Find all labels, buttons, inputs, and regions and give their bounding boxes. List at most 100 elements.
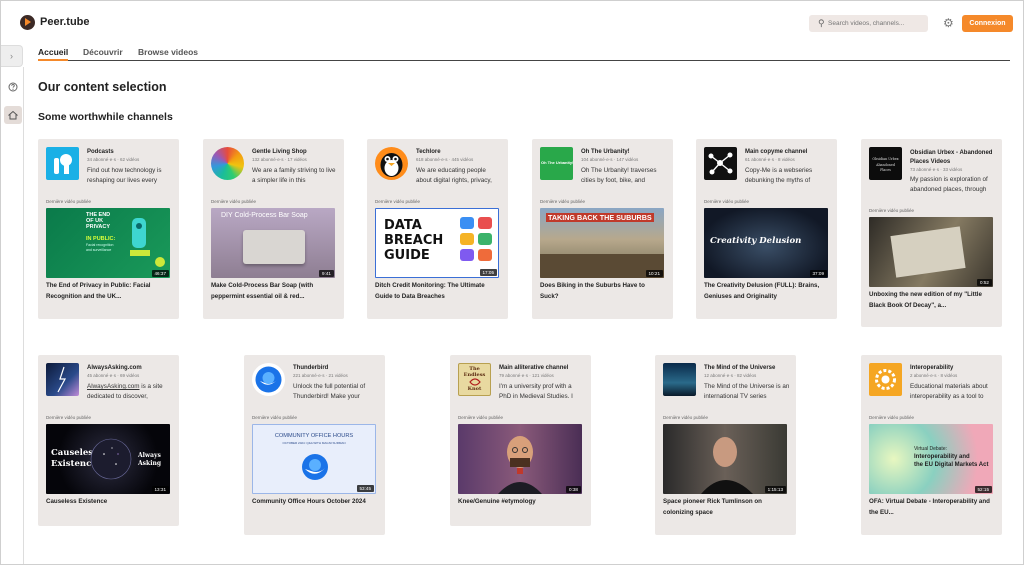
latest-video-label: Dernière vidéo publiée: [540, 199, 586, 204]
channel-avatar[interactable]: [211, 147, 244, 180]
channel-avatar[interactable]: [46, 363, 79, 396]
latest-video-label: Dernière vidéo publiée: [375, 199, 421, 204]
channel-stats: 34 abonné·e·s · 62 vidéos: [87, 157, 140, 162]
video-title[interactable]: OFA: Virtual Debate - Interoperability a…: [869, 497, 993, 518]
channel-card: Techlore 618 abonné·e·s · 445 vidéos We …: [367, 139, 508, 319]
channel-name[interactable]: Thunderbird: [293, 365, 328, 371]
video-thumbnail[interactable]: TAKING BACK THE SUBURBS 10:21: [540, 208, 664, 278]
channel-avatar[interactable]: [252, 363, 285, 396]
knot-icon: [469, 378, 481, 386]
thunderbird-logo-icon: [302, 454, 328, 480]
thumbnail-text: and surveillance: [86, 248, 112, 252]
video-thumbnail[interactable]: DATA BREACH GUIDE 17:05: [375, 208, 499, 278]
channel-avatar[interactable]: The Endless Knot: [458, 363, 491, 396]
latest-video-label: Dernière vidéo publiée: [869, 415, 915, 420]
channel-avatar[interactable]: Oh The Urbanity!: [540, 147, 573, 180]
thumbnail-text: Facial recognition: [86, 243, 114, 247]
tab-browse-videos[interactable]: Browse videos: [138, 47, 198, 57]
avatar-text: Knot: [467, 386, 482, 392]
video-duration: 13:31: [151, 486, 169, 493]
channel-name[interactable]: Obsidian Urbex - Abandoned Places Videos: [910, 149, 998, 166]
latest-video-label: Dernière vidéo publiée: [869, 208, 915, 213]
channel-avatar[interactable]: [375, 147, 408, 180]
tab-decouvrir[interactable]: Découvrir: [83, 47, 123, 57]
video-title[interactable]: Space pioneer Rick Tumlinson on colonizi…: [663, 497, 787, 518]
thumbnail-text: Creativity Delusion: [710, 236, 802, 246]
video-thumbnail[interactable]: DIY Cold-Process Bar Soap 9:41: [211, 208, 335, 278]
video-duration: 0:38: [566, 486, 581, 493]
app-title[interactable]: Peer.tube: [40, 16, 90, 28]
latest-video-label: Dernière vidéo publiée: [46, 415, 92, 420]
channel-avatar[interactable]: [663, 363, 696, 396]
video-title[interactable]: Unboxing the new edition of my "Little B…: [869, 290, 993, 311]
peertube-logo-icon[interactable]: [20, 15, 35, 30]
channel-description: Educational materials about interoperabi…: [910, 383, 988, 400]
sidebar-toggle-icon[interactable]: ›: [1, 45, 23, 67]
gear-icon[interactable]: ⚙: [943, 17, 954, 29]
channel-name[interactable]: Podcasts: [87, 149, 114, 155]
channel-description: We are a family striving to live a simpl…: [252, 167, 336, 184]
thumbnail-text: Interoperability and: [914, 454, 970, 460]
video-title[interactable]: Make Cold-Process Bar Soap (with pepperm…: [211, 281, 335, 302]
channel-description: We are educating people about digital ri…: [416, 167, 492, 184]
video-duration: 17:05: [479, 269, 497, 276]
help-icon[interactable]: [4, 78, 22, 96]
video-title[interactable]: The Creativity Delusion (FULL): Brains, …: [704, 281, 828, 302]
channel-card: The Mind of the Universe 12 abonné·e·s ·…: [655, 355, 796, 535]
latest-video-label: Dernière vidéo publiée: [458, 415, 504, 420]
channel-stats: 61 abonné·e·s · 8 vidéos: [745, 157, 795, 162]
channel-avatar[interactable]: [869, 363, 902, 396]
search-box[interactable]: ⚲: [809, 15, 928, 32]
channel-name[interactable]: Gentle Living Shop: [252, 149, 307, 155]
channel-avatar[interactable]: [704, 147, 737, 180]
channel-description: My passion is exploration of abandoned p…: [910, 176, 988, 193]
channel-name[interactable]: Techlore: [416, 149, 441, 155]
video-thumbnail[interactable]: 0:38: [458, 424, 582, 494]
channel-card: Oh The Urbanity! Oh The Urbanity! 104 ab…: [532, 139, 673, 319]
channel-avatar[interactable]: [46, 147, 79, 180]
video-duration: 52:15: [974, 486, 992, 493]
channel-name[interactable]: Oh The Urbanity!: [581, 149, 630, 155]
video-title[interactable]: Does Biking in the Suburbs Have to Suck?: [540, 281, 664, 302]
video-title[interactable]: Ditch Credit Monitoring: The Ultimate Gu…: [375, 281, 499, 302]
video-title[interactable]: Knee/Genuine #etymology: [458, 497, 582, 508]
video-title[interactable]: Causeless Existence: [46, 497, 170, 508]
channel-card: Obsidian Urbex Abandoned Places Obsidian…: [861, 139, 1002, 327]
video-thumbnail[interactable]: Causeless Existence Always Asking 13:31: [46, 424, 170, 494]
channel-name[interactable]: Main alliterative channel: [499, 365, 568, 371]
channel-card: AlwaysAsking.com 45 abonné·e·s · 69 vidé…: [38, 355, 179, 526]
video-thumbnail[interactable]: 1:15:13: [663, 424, 787, 494]
login-button[interactable]: Connexion: [962, 15, 1013, 32]
search-input[interactable]: [828, 15, 926, 32]
home-icon[interactable]: [4, 106, 22, 124]
video-duration: 1:15:13: [764, 486, 786, 493]
channel-name[interactable]: Main copyme channel: [745, 149, 807, 155]
thumbnail-text: Asking: [138, 460, 162, 467]
channel-stats: 132 abonné·e·s · 17 vidéos: [252, 157, 307, 162]
channel-stats: 2 abonné·e·s · 8 vidéos: [910, 373, 958, 378]
video-thumbnail[interactable]: COMMUNITY OFFICE HOURS OCTOBER 2024: Q&A…: [252, 424, 376, 494]
video-title[interactable]: The End of Privacy in Public: Facial Rec…: [46, 281, 170, 302]
channel-avatar[interactable]: Obsidian Urbex Abandoned Places: [869, 147, 902, 180]
thumbnail-text: OCTOBER 2024: Q&A WITH MAGNI SURMAN: [282, 441, 346, 445]
channel-description: Unlock the full potential of Thunderbird…: [293, 383, 366, 400]
channel-name[interactable]: The Mind of the Universe: [704, 365, 775, 371]
channel-name[interactable]: Interoperability: [910, 365, 953, 371]
video-duration: 53:45: [356, 485, 374, 492]
channel-card: Thunderbird 221 abonné·e·s · 21 vidéos U…: [244, 355, 385, 535]
channel-description: The Mind of the Universe is an internati…: [704, 383, 790, 400]
tab-accueil[interactable]: Accueil: [38, 47, 69, 61]
thumbnail-text: GUIDE: [384, 248, 430, 263]
search-icon: ⚲: [818, 18, 825, 28]
video-thumbnail[interactable]: THE END OF UK PRIVACY IN PUBLIC: Facial …: [46, 208, 170, 278]
video-thumbnail[interactable]: Creativity Delusion 37:09: [704, 208, 828, 278]
description-link[interactable]: AlwaysAsking.com: [87, 383, 140, 390]
video-title[interactable]: Community Office Hours October 2024: [252, 497, 376, 508]
thumbnail-text: COMMUNITY OFFICE HOURS: [274, 433, 354, 439]
channel-card: Gentle Living Shop 132 abonné·e·s · 17 v…: [203, 139, 344, 319]
video-thumbnail[interactable]: 0:52: [869, 217, 993, 287]
channel-description: Find out how technology is reshaping our…: [87, 167, 162, 184]
video-thumbnail[interactable]: Virtual Debate: Interoperability and the…: [869, 424, 993, 494]
page-title: Our content selection: [38, 80, 167, 94]
channel-name[interactable]: AlwaysAsking.com: [87, 365, 142, 371]
